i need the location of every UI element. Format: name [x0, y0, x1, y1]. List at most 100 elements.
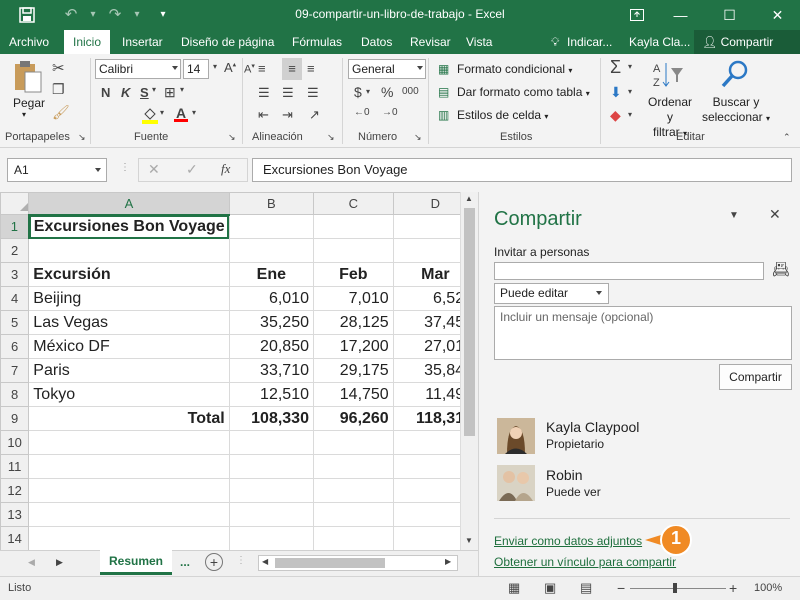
cell[interactable]: 29,175 [312, 358, 394, 383]
row-header[interactable]: 2 [0, 238, 30, 263]
number-format-select[interactable]: General [348, 59, 426, 79]
prev-sheet-icon[interactable]: ◀ [28, 557, 35, 568]
decrease-indent-icon[interactable]: ⇤ [258, 107, 269, 123]
cell[interactable]: 12,510 [228, 382, 314, 407]
underline-dropdown-icon[interactable]: ▾ [152, 85, 156, 94]
close-window-button[interactable]: ✕ [755, 0, 800, 30]
cell[interactable] [28, 526, 230, 550]
sort-filter-icon[interactable]: AZ [650, 60, 686, 93]
share-button[interactable]: Compartir [719, 364, 792, 390]
clear-dropdown-icon[interactable]: ▾ [628, 110, 632, 119]
clipboard-launcher-icon[interactable]: ↘ [78, 132, 86, 143]
align-right-icon[interactable]: ☰ [307, 85, 319, 101]
borders-icon[interactable]: ⊞ [164, 84, 176, 101]
tell-me-box[interactable]: Indicar... [567, 30, 612, 54]
share-ribbon-button[interactable]: 👤︎ Compartir [694, 30, 800, 54]
permission-select[interactable]: Puede editar [494, 283, 609, 304]
send-attachment-link[interactable]: Enviar como datos adjuntos [494, 534, 642, 548]
select-all-corner[interactable] [0, 192, 30, 215]
percent-button[interactable]: % [381, 84, 393, 100]
cell[interactable]: 96,260 [312, 406, 394, 431]
align-left-icon[interactable]: ☰ [258, 85, 270, 101]
cell[interactable] [312, 502, 394, 527]
address-book-icon[interactable]: 📇︎ [772, 261, 790, 278]
decrease-decimal-icon[interactable]: →0 [382, 107, 398, 118]
tab-inicio[interactable]: Inicio [64, 30, 111, 55]
invite-input[interactable] [494, 262, 764, 280]
user-account[interactable]: Kayla Cla... [629, 30, 690, 54]
font-launcher-icon[interactable]: ↘ [228, 132, 236, 143]
orientation-icon[interactable]: ↗ [309, 107, 320, 123]
cell[interactable] [312, 526, 394, 550]
tab-revisar[interactable]: Revisar [410, 30, 451, 54]
scroll-down-icon[interactable]: ▼ [465, 536, 473, 545]
row-header[interactable]: 10 [0, 430, 30, 455]
underline-button[interactable]: S [140, 85, 149, 100]
currency-button[interactable]: $ [354, 84, 362, 100]
vertical-scrollbar[interactable]: ▲ ▼ [460, 192, 478, 550]
tab-datos[interactable]: Datos [361, 30, 392, 54]
cell[interactable]: Beijing [28, 286, 230, 311]
find-select-button[interactable]: Buscar y seleccionar ▾ [700, 95, 772, 126]
cell[interactable]: México DF [28, 334, 230, 359]
cell[interactable] [228, 502, 314, 527]
scroll-up-icon[interactable]: ▲ [465, 194, 473, 203]
cell[interactable]: 14,750 [312, 382, 394, 407]
cell[interactable] [228, 238, 314, 263]
row-header[interactable]: 4 [0, 286, 30, 311]
add-sheet-icon[interactable]: + [205, 553, 223, 571]
align-bottom-icon[interactable]: ≡ [307, 61, 315, 76]
autosum-icon[interactable]: Σ [610, 57, 621, 78]
insert-function-icon[interactable]: fx [221, 161, 230, 177]
conditional-format-button[interactable]: Formato condicional ▾ [457, 62, 572, 76]
row-header[interactable]: 5 [0, 310, 30, 335]
cell[interactable]: Feb [312, 262, 394, 287]
cell[interactable] [228, 430, 314, 455]
cell-a1[interactable]: Excursiones Bon Voyage [28, 214, 230, 239]
increase-decimal-icon[interactable]: ←0 [354, 107, 370, 118]
cell[interactable] [28, 430, 230, 455]
font-color-dropdown-icon[interactable]: ▾ [192, 108, 196, 117]
italic-button[interactable]: K [121, 85, 130, 100]
formula-input[interactable]: Excursiones Bon Voyage [252, 158, 792, 182]
zoom-slider-thumb[interactable] [673, 583, 677, 593]
page-break-view-icon[interactable]: ▤ [580, 580, 592, 596]
minimize-button[interactable]: — [658, 0, 703, 30]
next-sheet-icon[interactable]: ▶ [56, 557, 63, 568]
paste-icon[interactable] [12, 60, 44, 96]
increase-indent-icon[interactable]: ⇥ [282, 107, 293, 123]
cell[interactable] [312, 478, 394, 503]
cell[interactable]: 17,200 [312, 334, 394, 359]
confirm-entry-icon[interactable]: ✓ [186, 161, 198, 178]
name-box[interactable]: A1 [7, 158, 107, 182]
cell[interactable]: 108,330 [228, 406, 314, 431]
zoom-out-button[interactable]: − [617, 580, 625, 596]
zoom-in-button[interactable]: + [729, 580, 737, 596]
cell[interactable]: 35,250 [228, 310, 314, 335]
sheet-tab-resumen[interactable]: Resumen [100, 550, 172, 575]
cell-styles-icon[interactable]: ▥ [438, 108, 449, 122]
scroll-thumb[interactable] [464, 208, 475, 436]
hscroll-thumb[interactable] [275, 558, 385, 568]
more-sheets-button[interactable]: ... [180, 555, 190, 569]
cell[interactable] [228, 526, 314, 550]
thousands-button[interactable]: 000 [402, 86, 419, 97]
cell[interactable] [228, 214, 314, 239]
row-header[interactable]: 9 [0, 406, 30, 431]
message-textarea[interactable]: Incluir un mensaje (opcional) [494, 306, 792, 360]
cell[interactable]: Total [28, 406, 230, 431]
format-table-button[interactable]: Dar formato como tabla ▾ [457, 85, 590, 99]
cell[interactable] [28, 454, 230, 479]
scroll-left-icon[interactable]: ◀ [262, 557, 268, 566]
tab-diseno-pagina[interactable]: Diseño de página [181, 30, 274, 54]
fill-dropdown-icon[interactable]: ▾ [628, 87, 632, 96]
cell[interactable] [312, 430, 394, 455]
column-header[interactable]: A [28, 192, 230, 216]
cell[interactable]: Paris [28, 358, 230, 383]
collapse-ribbon-icon[interactable]: ⌃ [783, 132, 791, 143]
borders-dropdown-icon[interactable]: ▾ [180, 85, 184, 94]
row-header[interactable]: 11 [0, 454, 30, 479]
cell[interactable] [228, 454, 314, 479]
font-size-select[interactable]: 14 [183, 59, 209, 79]
cell[interactable]: 20,850 [228, 334, 314, 359]
